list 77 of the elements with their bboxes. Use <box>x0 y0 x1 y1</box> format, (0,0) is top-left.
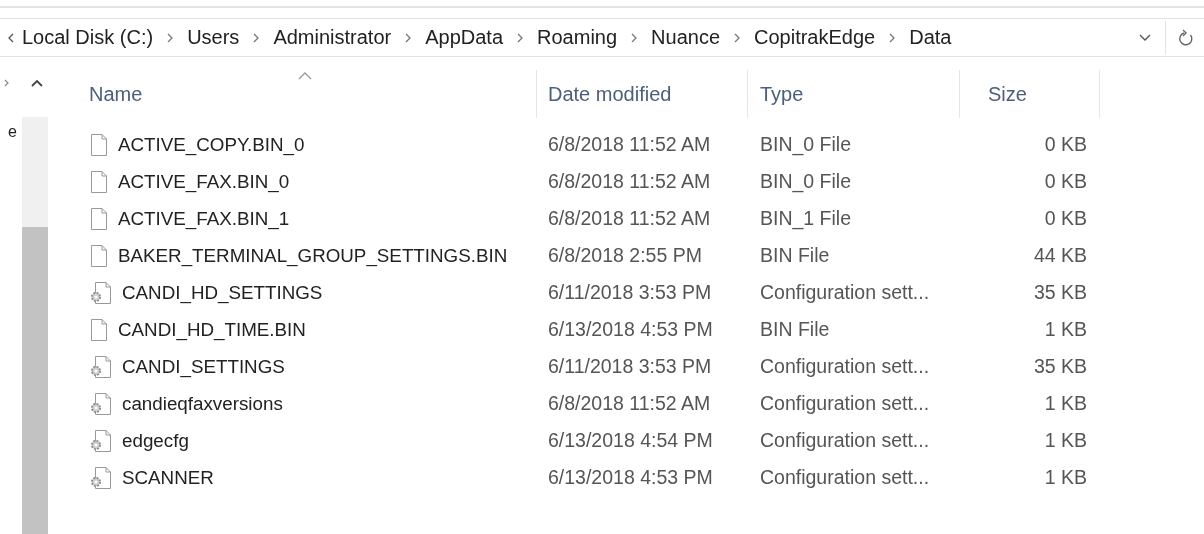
file-name[interactable]: ACTIVE_FAX.BIN_0 <box>118 170 290 193</box>
scrollbar[interactable] <box>22 117 48 534</box>
file-type: BIN File <box>759 318 831 341</box>
file-type: Configuration sett... <box>759 392 931 415</box>
file-name[interactable]: SCANNER <box>122 466 214 489</box>
file-size: 1 KB <box>1043 318 1087 341</box>
nav-item[interactable]: e <box>8 123 17 141</box>
breadcrumb[interactable]: AppData <box>425 26 504 49</box>
breadcrumb[interactable]: Data <box>909 26 952 49</box>
chevron-icon <box>405 32 412 43</box>
file-type: BIN File <box>759 244 831 267</box>
file-size: 0 KB <box>1043 170 1087 193</box>
date-modified: 6/13/2018 4:53 PM <box>547 318 714 341</box>
column-header[interactable]: Name <box>88 70 537 118</box>
file-name[interactable]: CANDI_HD_SETTINGS <box>122 281 323 304</box>
settings-file-icon <box>90 466 112 489</box>
file-type: Configuration sett... <box>759 281 931 304</box>
date-modified: 6/13/2018 4:54 PM <box>547 429 714 452</box>
address-bar[interactable]: Local Disk (C:) Users Administrator AppData Roaming Nuance CopitrakEdge Data <box>0 18 1204 57</box>
file-type: BIN_1 File <box>759 207 853 230</box>
breadcrumb[interactable]: Roaming <box>537 26 618 49</box>
file-icon <box>90 133 108 156</box>
file-icon <box>90 207 108 230</box>
chevron-icon <box>517 32 524 43</box>
settings-file-icon <box>90 429 112 452</box>
file-icon <box>90 244 108 267</box>
column-header[interactable]: Type <box>748 70 960 118</box>
column-header[interactable]: Size <box>960 70 1100 118</box>
file-icon <box>90 318 108 341</box>
file-icon <box>90 170 108 193</box>
file-name[interactable]: ACTIVE_COPY.BIN_0 <box>118 133 305 156</box>
chevron-icon[interactable] <box>4 79 9 87</box>
chevron-icon <box>734 32 740 43</box>
scroll-up-icon[interactable] <box>31 79 43 87</box>
breadcrumb[interactable]: Administrator <box>273 26 392 49</box>
file-size: 35 KB <box>1032 355 1087 378</box>
date-modified: 6/11/2018 3:53 PM <box>547 281 713 304</box>
date-modified: 6/8/2018 2:55 PM <box>547 244 703 267</box>
file-size: 0 KB <box>1043 133 1087 156</box>
file-size: 44 KB <box>1032 244 1087 267</box>
date-modified: 6/13/2018 4:53 PM <box>547 466 714 489</box>
breadcrumb[interactable]: Users <box>187 26 240 49</box>
refresh-icon[interactable] <box>1178 28 1194 47</box>
file-type: BIN_0 File <box>759 170 853 193</box>
file-name[interactable]: candieqfaxversions <box>122 392 283 415</box>
breadcrumb[interactable]: Nuance <box>651 26 720 49</box>
date-modified: 6/8/2018 11:52 AM <box>547 207 712 230</box>
file-type: Configuration sett... <box>759 355 931 378</box>
file-name[interactable]: CANDI_SETTINGS <box>122 355 285 378</box>
file-type: Configuration sett... <box>759 466 931 489</box>
date-modified: 6/8/2018 11:52 AM <box>547 133 712 156</box>
file-size: 1 KB <box>1043 392 1087 415</box>
file-name[interactable]: CANDI_HD_TIME.BIN <box>118 318 306 341</box>
dropdown-icon[interactable] <box>1139 33 1151 42</box>
chevron-icon <box>253 32 260 43</box>
file-name[interactable]: BAKER_TERMINAL_GROUP_SETTINGS.BIN <box>118 244 508 267</box>
file-name[interactable]: ACTIVE_FAX.BIN_1 <box>118 207 290 230</box>
file-type: Configuration sett... <box>759 429 931 452</box>
file-size: 1 KB <box>1043 466 1087 489</box>
file-size: 35 KB <box>1032 281 1087 304</box>
breadcrumb[interactable]: CopitrakEdge <box>754 26 876 49</box>
file-size: 1 KB <box>1043 429 1087 452</box>
column-header[interactable]: Date modified <box>537 70 748 118</box>
chevron-icon[interactable] <box>8 32 14 43</box>
chevron-icon <box>889 32 896 43</box>
breadcrumb[interactable]: Local Disk (C:) <box>22 26 154 49</box>
date-modified: 6/8/2018 11:52 AM <box>547 170 712 193</box>
chevron-icon <box>631 32 638 43</box>
date-modified: 6/8/2018 11:52 AM <box>547 392 712 415</box>
settings-file-icon <box>90 281 112 304</box>
file-type: BIN_0 File <box>759 133 853 156</box>
file-size: 0 KB <box>1043 207 1087 230</box>
date-modified: 6/11/2018 3:53 PM <box>547 355 713 378</box>
settings-file-icon <box>90 355 112 378</box>
file-name[interactable]: edgecfg <box>122 429 189 452</box>
settings-file-icon <box>90 392 112 415</box>
chevron-icon <box>167 32 174 43</box>
